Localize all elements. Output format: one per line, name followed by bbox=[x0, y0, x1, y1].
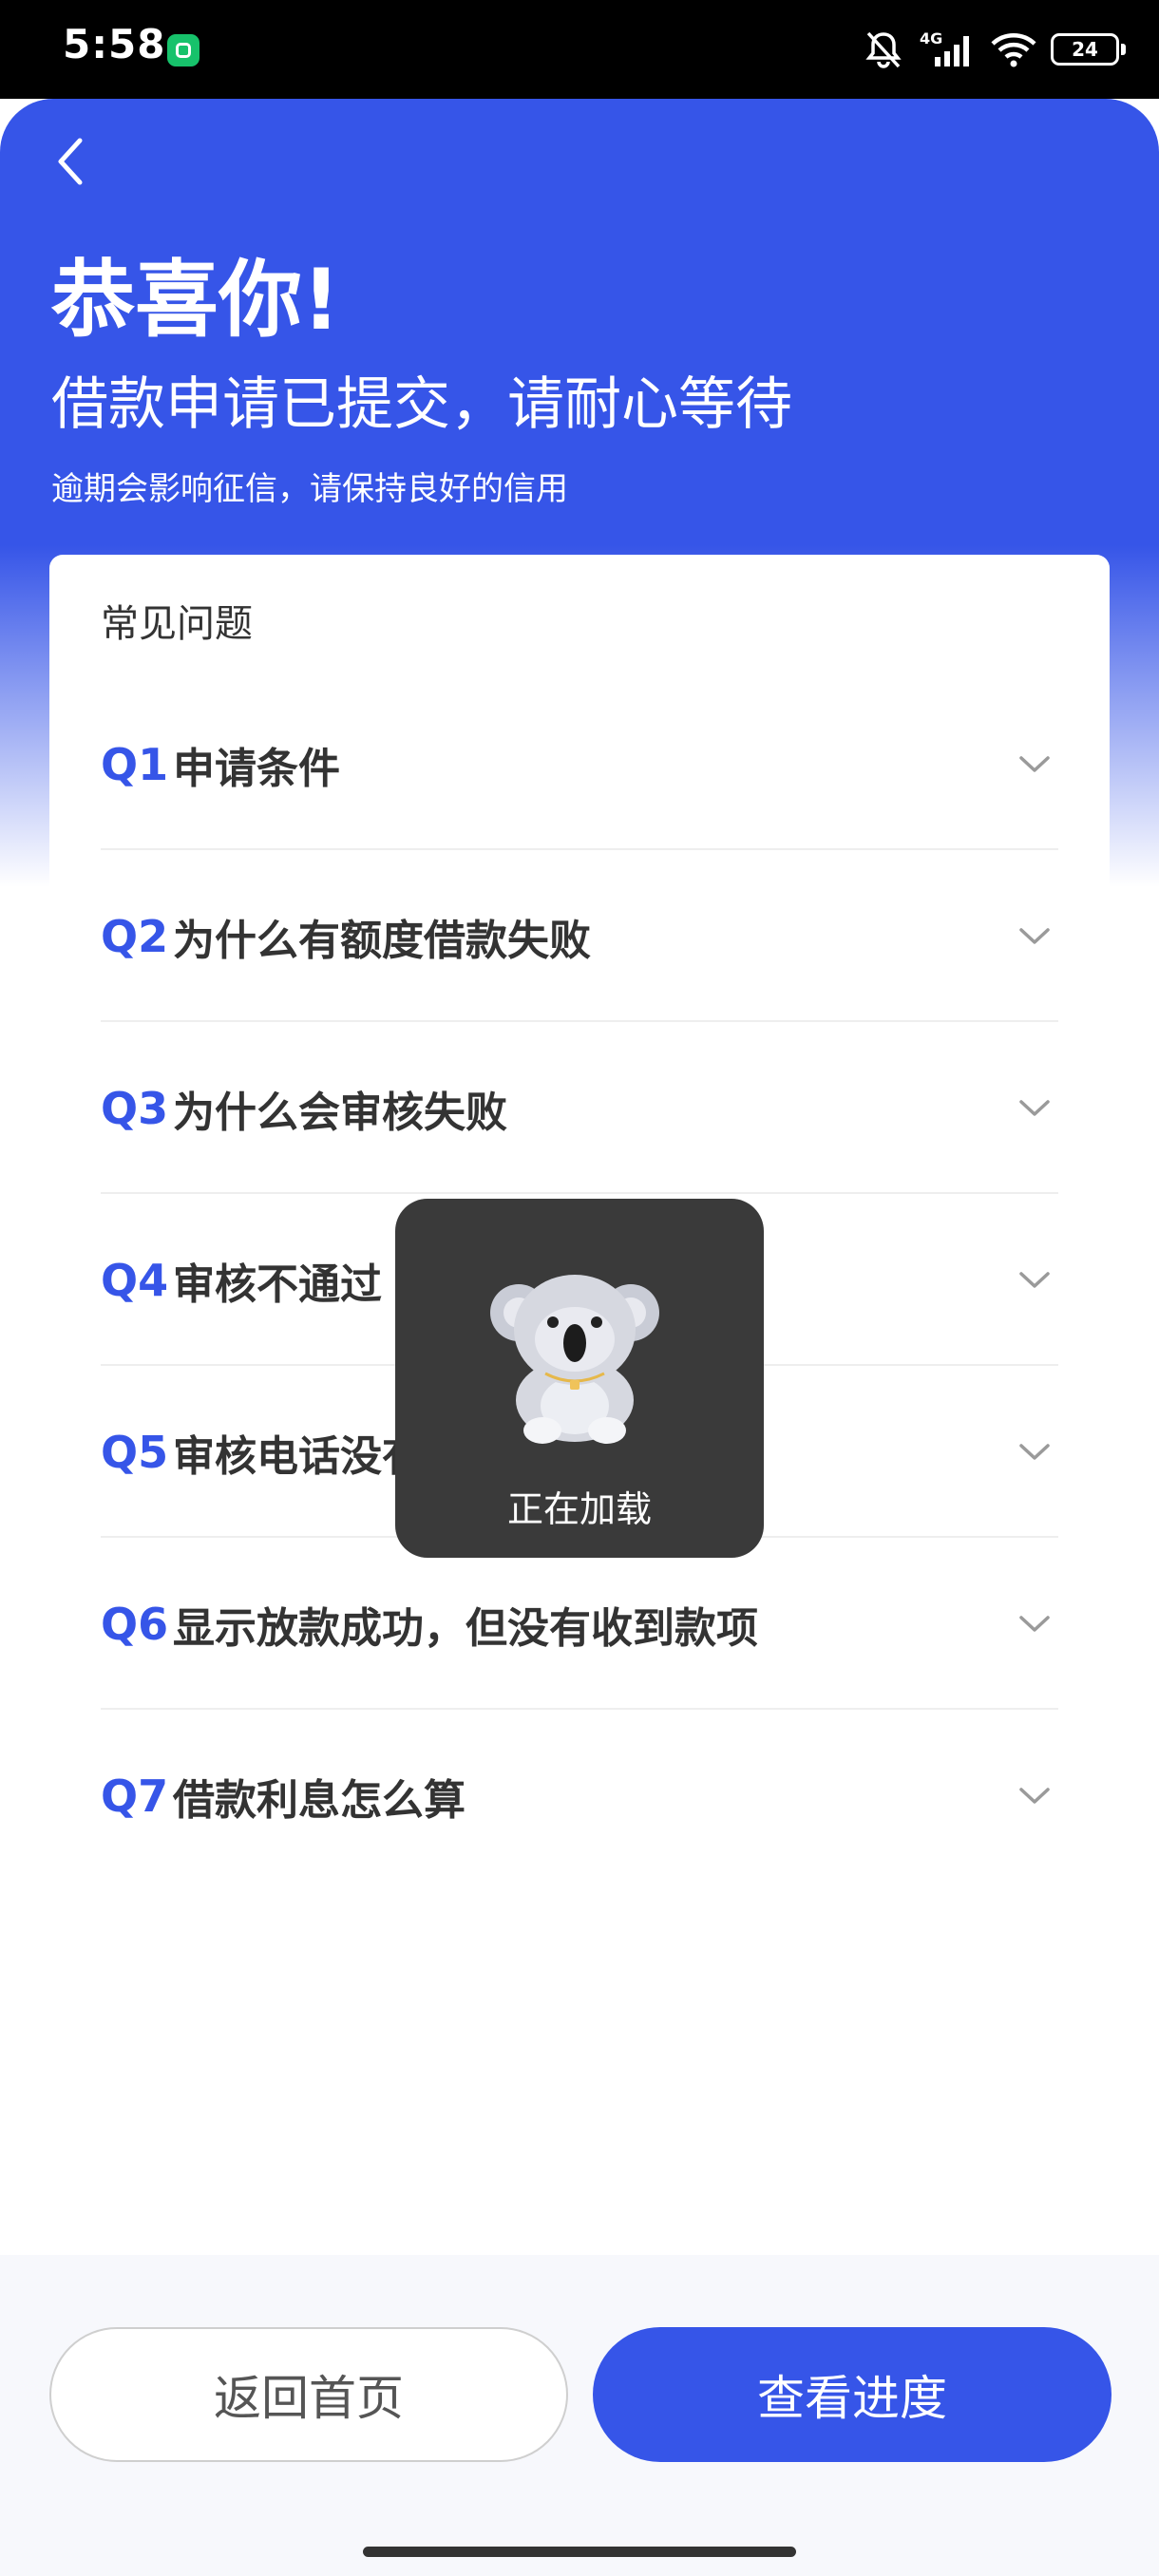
faq-item-q6[interactable]: Q6 显示放款成功，但没有收到款项 bbox=[101, 1538, 1058, 1710]
faq-number: Q4 bbox=[101, 1254, 169, 1306]
faq-number: Q3 bbox=[101, 1082, 169, 1134]
app-notification-icon bbox=[167, 34, 200, 66]
faq-item-q1[interactable]: Q1 申请条件 bbox=[101, 678, 1058, 850]
faq-question: 为什么有额度借款失败 bbox=[173, 916, 591, 965]
chevron-down-icon bbox=[1011, 1366, 1058, 1538]
faq-question: 申请条件 bbox=[173, 744, 340, 793]
battery-level: 24 bbox=[1072, 38, 1098, 61]
page-title: 恭喜你! bbox=[51, 251, 341, 349]
status-icons: 4G 24 bbox=[863, 23, 1126, 76]
chevron-down-icon bbox=[1011, 1538, 1058, 1710]
network-type-label: 4G bbox=[920, 29, 942, 47]
faq-question: 显示放款成功，但没有收到款项 bbox=[173, 1603, 758, 1653]
wifi-icon bbox=[991, 33, 1036, 67]
faq-question: 借款利息怎么算 bbox=[173, 1775, 466, 1825]
faq-item-q7[interactable]: Q7 借款利息怎么算 bbox=[101, 1710, 1058, 1882]
faq-number: Q6 bbox=[101, 1598, 169, 1650]
faq-number: Q7 bbox=[101, 1770, 169, 1822]
faq-number: Q2 bbox=[101, 910, 169, 962]
faq-number: Q5 bbox=[101, 1426, 169, 1478]
loading-toast: 正在加载 bbox=[395, 1199, 764, 1558]
faq-item-q3[interactable]: Q3 为什么会审核失败 bbox=[101, 1022, 1058, 1194]
faq-question: 审核不通过 bbox=[173, 1260, 382, 1309]
koala-mascot-icon bbox=[490, 1275, 659, 1444]
faq-question: 为什么会审核失败 bbox=[173, 1088, 507, 1137]
back-to-home-button[interactable]: 返回首页 bbox=[49, 2327, 568, 2462]
home-indicator[interactable] bbox=[363, 2547, 796, 2557]
faq-heading: 常见问题 bbox=[101, 602, 253, 646]
faq-number: Q1 bbox=[101, 738, 169, 790]
mute-bell-icon bbox=[865, 31, 902, 68]
chevron-down-icon bbox=[1011, 1710, 1058, 1882]
loading-text: 正在加载 bbox=[506, 1488, 652, 1530]
chevron-down-icon bbox=[1011, 1194, 1058, 1366]
back-arrow-icon[interactable] bbox=[51, 133, 89, 190]
status-bar: 5:58 4G 24 bbox=[0, 0, 1159, 99]
cellular-signal-icon: 4G bbox=[920, 29, 969, 66]
chevron-down-icon bbox=[1011, 850, 1058, 1022]
chevron-down-icon bbox=[1011, 678, 1058, 850]
faq-item-q2[interactable]: Q2 为什么有额度借款失败 bbox=[101, 850, 1058, 1022]
credit-note: 逾期会影响征信，请保持良好的信用 bbox=[51, 470, 568, 508]
status-time: 5:58 bbox=[63, 21, 166, 67]
chevron-down-icon bbox=[1011, 1022, 1058, 1194]
view-progress-button[interactable]: 查看进度 bbox=[593, 2327, 1112, 2462]
battery-icon: 24 bbox=[1051, 33, 1126, 66]
page-subtitle: 借款申请已提交，请耐心等待 bbox=[51, 371, 792, 438]
